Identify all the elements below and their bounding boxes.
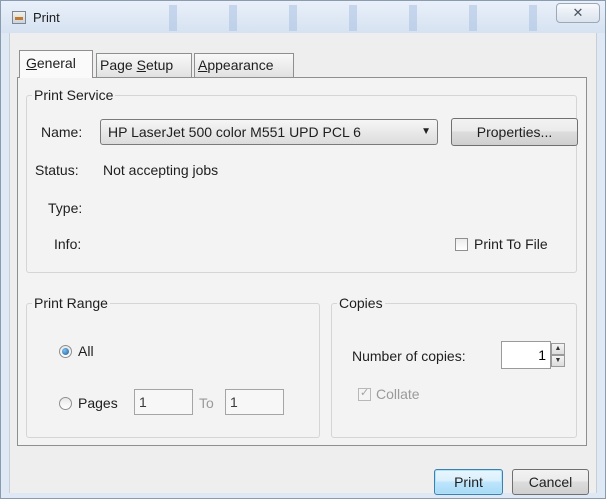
pages-from-field[interactable]: 1 bbox=[134, 389, 193, 415]
window-title: Print bbox=[33, 10, 60, 25]
tab-general-mnemonic: G bbox=[26, 55, 37, 71]
properties-button[interactable]: Properties... bbox=[451, 118, 578, 146]
number-of-copies-label: Number of copies: bbox=[352, 348, 466, 364]
close-icon: ✕ bbox=[572, 5, 584, 20]
tab-page-setup-label-pre: Page bbox=[100, 57, 137, 73]
status-value: Not accepting jobs bbox=[103, 162, 219, 178]
all-pages-label[interactable]: All bbox=[78, 343, 94, 359]
copies-legend: Copies bbox=[337, 295, 385, 311]
spin-up-icon[interactable]: ▲ bbox=[551, 343, 565, 355]
title-bar: Print ✕ bbox=[1, 1, 605, 33]
title-bar-glass bbox=[151, 5, 551, 31]
number-of-copies-field[interactable]: 1 bbox=[501, 341, 551, 369]
print-button[interactable]: Print bbox=[434, 469, 503, 495]
tab-page-setup-mnemonic: S bbox=[136, 57, 146, 73]
radio-selected-dot bbox=[62, 348, 69, 355]
copies-group bbox=[331, 303, 577, 438]
type-label: Type: bbox=[48, 200, 83, 216]
pages-to-field[interactable]: 1 bbox=[225, 389, 284, 415]
print-range-legend: Print Range bbox=[32, 295, 110, 311]
name-label: Name: bbox=[41, 124, 83, 140]
tab-page-setup-label-post: etup bbox=[145, 57, 174, 73]
collate-checkbox[interactable]: ✓ bbox=[358, 387, 371, 401]
status-label: Status: bbox=[35, 162, 79, 178]
print-service-legend: Print Service bbox=[32, 87, 116, 103]
copies-spinner: ▲ ▼ bbox=[551, 343, 565, 367]
printer-name-value: HP LaserJet 500 color M551 UPD PCL 6 bbox=[108, 124, 361, 140]
pages-range-radio[interactable] bbox=[59, 397, 72, 410]
tab-general-label-post: eneral bbox=[36, 55, 76, 71]
java-app-icon bbox=[12, 11, 26, 24]
printer-name-select[interactable]: HP LaserJet 500 color M551 UPD PCL 6 ▼ bbox=[100, 119, 438, 145]
tab-appearance-label-post: ppearance bbox=[207, 57, 274, 73]
spin-down-icon[interactable]: ▼ bbox=[551, 355, 565, 367]
chevron-down-icon: ▼ bbox=[421, 126, 431, 137]
collate-label: Collate bbox=[376, 386, 420, 402]
info-label: Info: bbox=[54, 236, 82, 252]
print-range-group bbox=[26, 303, 320, 438]
checkmark-icon: ✓ bbox=[360, 387, 370, 399]
close-button[interactable]: ✕ bbox=[556, 3, 600, 23]
pages-range-label[interactable]: Pages bbox=[78, 395, 118, 411]
print-to-file-checkbox[interactable] bbox=[455, 238, 468, 251]
tab-appearance[interactable]: Appearance bbox=[194, 53, 294, 77]
cancel-button[interactable]: Cancel bbox=[512, 469, 589, 495]
tab-page-setup[interactable]: Page Setup bbox=[96, 53, 192, 77]
tab-general[interactable]: General bbox=[19, 50, 93, 78]
pages-to-label: To bbox=[199, 395, 214, 411]
tab-appearance-mnemonic: A bbox=[198, 57, 208, 73]
all-pages-radio[interactable] bbox=[59, 345, 72, 358]
print-to-file-label[interactable]: Print To File bbox=[474, 236, 548, 252]
